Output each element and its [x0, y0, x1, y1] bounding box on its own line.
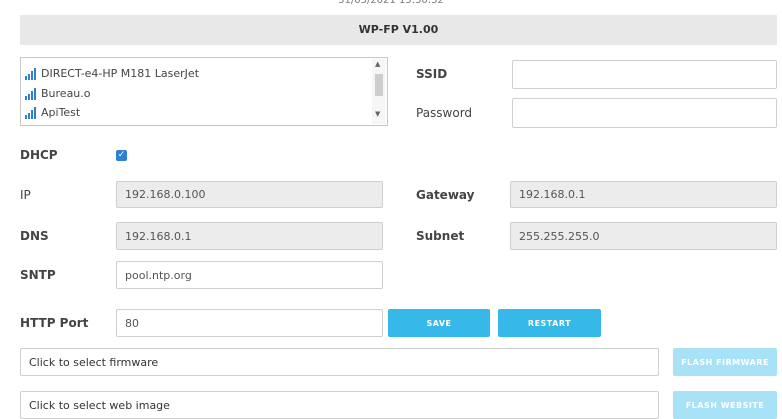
flash-firmware-button[interactable]: FLASH FIRMWARE	[673, 348, 777, 376]
flash-website-button[interactable]: FLASH WEBSITE	[673, 391, 777, 419]
password-input[interactable]	[512, 98, 777, 128]
wifi-signal-icon	[25, 88, 36, 100]
dhcp-checkbox[interactable]: ✓	[116, 150, 127, 161]
wifi-network-item[interactable]: ApiTest	[25, 104, 80, 121]
dhcp-label: DHCP	[20, 148, 58, 162]
http-port-label: HTTP Port	[20, 316, 89, 330]
timestamp: 31/05/2021 13:30:32	[338, 0, 444, 6]
gateway-label: Gateway	[416, 188, 475, 202]
save-button[interactable]: SAVE	[388, 309, 490, 337]
ssid-input[interactable]	[512, 60, 777, 89]
scroll-up-icon[interactable]: ▲	[375, 60, 380, 68]
password-label: Password	[416, 106, 473, 120]
web-image-file-input[interactable]: Click to select web image	[20, 391, 659, 419]
wifi-signal-icon	[25, 107, 36, 119]
subnet-label: Subnet	[416, 229, 465, 243]
wifi-network-list[interactable]: DIRECT-e4-HP M181 LaserJet Bureau.o ApiT…	[20, 57, 388, 126]
gateway-input[interactable]: 192.168.0.1	[510, 181, 777, 208]
wifi-network-item[interactable]: Bureau.o	[25, 85, 91, 102]
firmware-file-input[interactable]: Click to select firmware	[20, 348, 659, 376]
list-scrollbar[interactable]: ▲ ▼	[372, 59, 386, 124]
ip-input[interactable]: 192.168.0.100	[116, 181, 383, 208]
subnet-input[interactable]: 255.255.255.0	[510, 222, 777, 250]
sntp-input[interactable]: pool.ntp.org	[116, 261, 383, 289]
scroll-thumb[interactable]	[375, 74, 383, 96]
restart-button[interactable]: RESTART	[498, 309, 601, 337]
wifi-network-item[interactable]: DIRECT-e4-HP M181 LaserJet	[25, 65, 199, 82]
ip-label: IP	[20, 188, 31, 202]
sntp-label: SNTP	[20, 268, 56, 282]
dns-label: DNS	[20, 229, 49, 243]
wifi-signal-icon	[25, 68, 36, 80]
wifi-network-ssid: DIRECT-e4-HP M181 LaserJet	[41, 67, 200, 80]
http-port-input[interactable]: 80	[116, 309, 383, 337]
page-title: WP-FP V1.00	[20, 15, 777, 45]
wifi-network-ssid: Bureau.o	[41, 87, 91, 100]
scroll-down-icon[interactable]: ▼	[375, 110, 380, 118]
dns-input[interactable]: 192.168.0.1	[116, 222, 383, 250]
ssid-label: SSID	[416, 67, 448, 81]
wifi-network-ssid: ApiTest	[41, 106, 81, 119]
